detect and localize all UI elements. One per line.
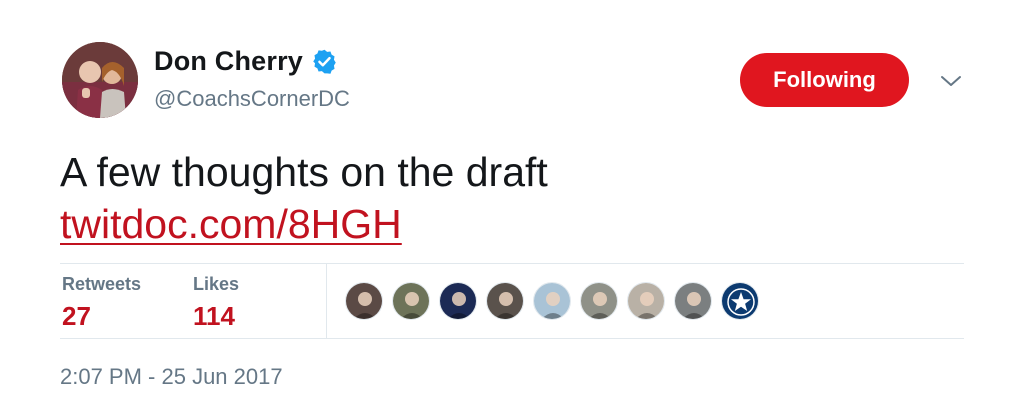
liker-avatar-8-icon[interactable] — [674, 282, 712, 320]
likes-label: Likes — [193, 274, 240, 294]
liker-avatar-6-icon[interactable] — [580, 282, 618, 320]
author-name-row: Don Cherry — [154, 46, 338, 77]
verified-badge-icon — [313, 49, 336, 74]
divider-top — [60, 263, 964, 264]
likes-count: 114 — [193, 301, 235, 331]
divider-bottom — [60, 338, 964, 339]
tweet-link[interactable]: twitdoc.com/8HGH — [60, 198, 548, 250]
chevron-down-icon[interactable] — [938, 72, 964, 90]
liker-avatar-7-icon[interactable] — [627, 282, 665, 320]
retweets-label: Retweets — [62, 274, 142, 294]
avatar[interactable] — [62, 42, 138, 118]
liker-avatar-4-icon[interactable] — [486, 282, 524, 320]
author-handle[interactable]: @CoachsCornerDC — [154, 86, 350, 112]
liker-avatar-5-icon[interactable] — [533, 282, 571, 320]
following-button[interactable]: Following — [740, 53, 909, 107]
likes-stat[interactable]: Likes 114 — [193, 274, 239, 332]
liker-avatar-9-icon[interactable] — [721, 282, 759, 320]
liker-avatar-2-icon[interactable] — [392, 282, 430, 320]
stats-separator — [326, 264, 327, 338]
author-name[interactable]: Don Cherry — [154, 46, 303, 77]
tweet-timestamp[interactable]: 2:07 PM - 25 Jun 2017 — [60, 364, 283, 390]
liker-avatar-3-icon[interactable] — [439, 282, 477, 320]
tweet-body: A few thoughts on the draft — [60, 149, 548, 195]
tweet-text: A few thoughts on the draft twitdoc.com/… — [60, 146, 548, 250]
profile-photo-icon — [62, 42, 138, 118]
likers-list — [345, 282, 768, 320]
retweets-count: 27 — [62, 301, 91, 331]
retweets-stat[interactable]: Retweets 27 — [62, 274, 141, 332]
liker-avatar-1-icon[interactable] — [345, 282, 383, 320]
